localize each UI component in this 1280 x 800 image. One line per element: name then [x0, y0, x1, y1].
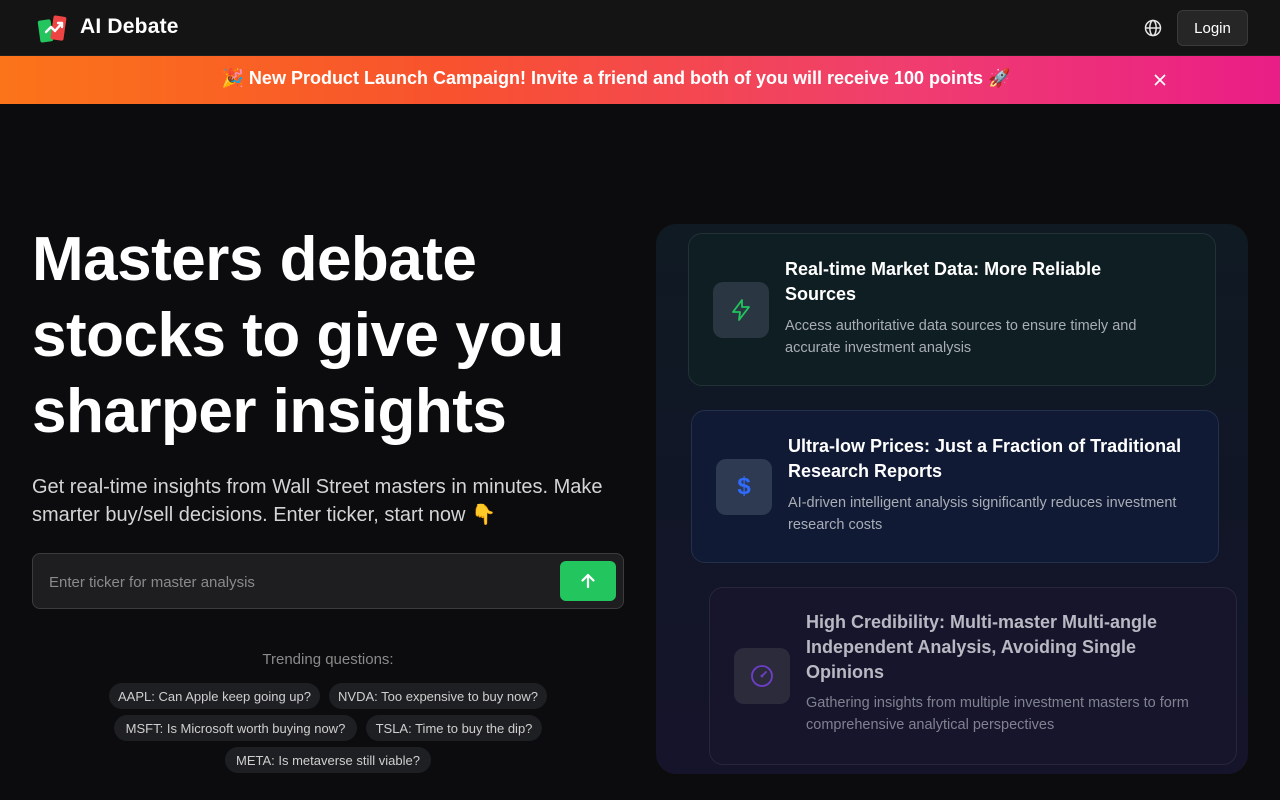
feature-title: Ultra-low Prices: Just a Fraction of Tra… — [788, 436, 1182, 481]
trending-chip-aapl[interactable]: AAPL: Can Apple keep going up? — [109, 683, 320, 709]
submit-button[interactable] — [560, 561, 616, 601]
arrow-up-icon — [581, 573, 595, 589]
gauge-icon — [734, 648, 790, 704]
login-button[interactable]: Login — [1177, 10, 1248, 46]
globe-icon[interactable] — [1143, 18, 1163, 38]
ticker-search-input[interactable] — [49, 568, 549, 596]
trending-chip-nvda[interactable]: NVDA: Too expensive to buy now? — [329, 683, 547, 709]
logo-icon[interactable] — [37, 11, 69, 45]
trending-label: Trending questions: — [262, 651, 394, 668]
ticker-search-box — [32, 553, 624, 609]
feature-description: Access authoritative data sources to ens… — [785, 318, 1137, 356]
feature-card-low-prices: $ Ultra-low Prices: Just a Fraction of T… — [691, 410, 1219, 563]
feature-title: High Credibility: Multi-master Multi-ang… — [806, 612, 1158, 682]
banner-text: 🎉 New Product Launch Campaign! Invite a … — [221, 68, 1011, 88]
top-nav-bar: AI Debate Login — [0, 0, 1280, 56]
promo-banner: 🎉 New Product Launch Campaign! Invite a … — [0, 56, 1280, 104]
feature-card-credibility: High Credibility: Multi-master Multi-ang… — [709, 587, 1237, 765]
close-icon[interactable] — [1150, 70, 1170, 90]
hero-subtitle: Get real-time insights from Wall Street … — [32, 476, 603, 526]
dollar-icon: $ — [716, 459, 772, 515]
trending-chip-msft[interactable]: MSFT: Is Microsoft worth buying now? — [114, 715, 357, 741]
feature-description: AI-driven intelligent analysis significa… — [788, 495, 1177, 533]
hero-title: Masters debate stocks to give you sharpe… — [32, 225, 564, 446]
feature-description: Gathering insights from multiple investm… — [806, 695, 1189, 733]
trending-chip-tsla[interactable]: TSLA: Time to buy the dip? — [366, 715, 542, 741]
feature-card-market-data: Real-time Market Data: More Reliable Sou… — [688, 233, 1216, 386]
brand-name[interactable]: AI Debate — [80, 15, 179, 39]
feature-title: Real-time Market Data: More Reliable Sou… — [785, 259, 1102, 304]
trending-chip-meta[interactable]: META: Is metaverse still viable? — [225, 747, 431, 773]
lightning-icon — [713, 282, 769, 338]
